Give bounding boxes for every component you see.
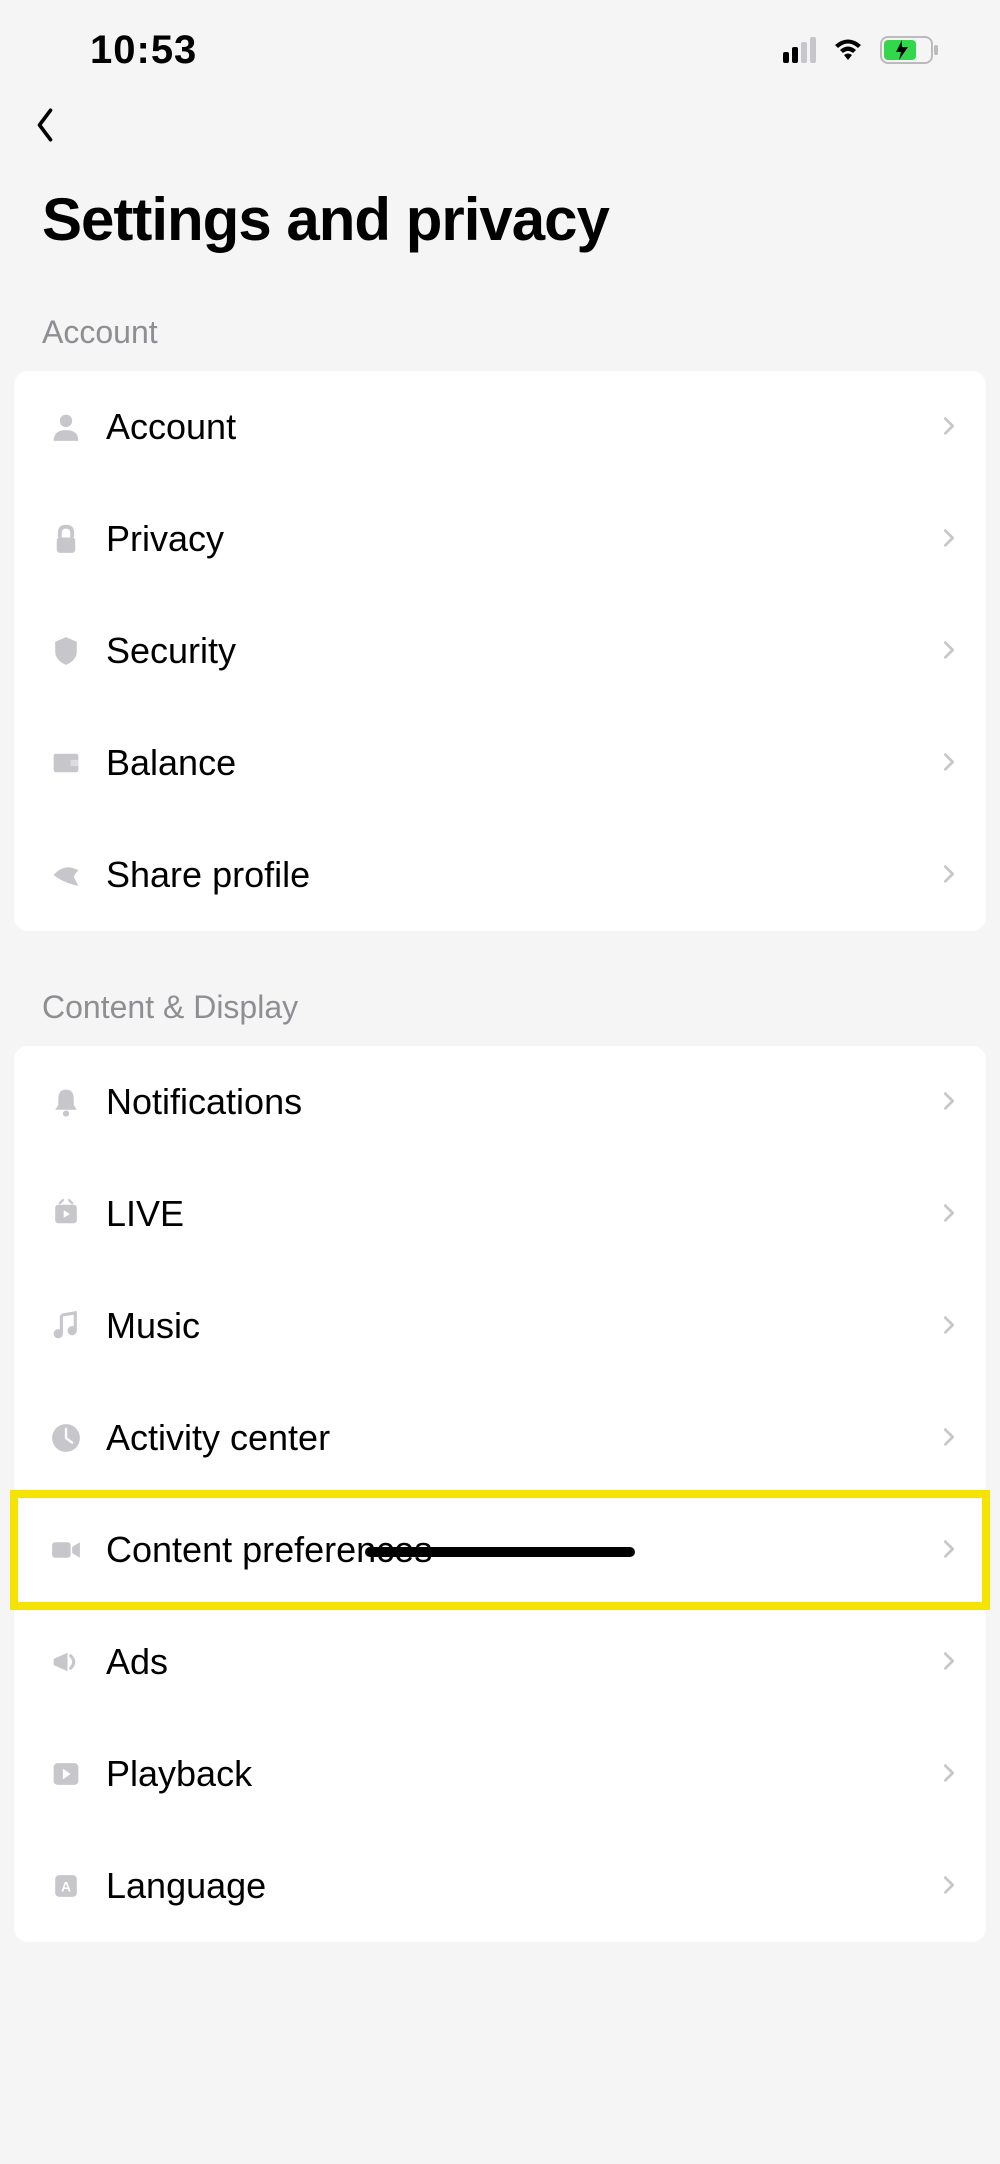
settings-item-share-profile[interactable]: Share profile xyxy=(14,819,986,931)
settings-item-label: Privacy xyxy=(106,518,938,560)
shield-icon xyxy=(44,629,88,673)
playback-icon xyxy=(44,1752,88,1796)
chevron-right-icon xyxy=(938,751,962,775)
chevron-right-icon xyxy=(938,1202,962,1226)
chevron-right-icon xyxy=(938,415,962,439)
cellular-signal-icon xyxy=(783,37,816,63)
chevron-right-icon xyxy=(938,639,962,663)
language-icon: A xyxy=(44,1864,88,1908)
settings-item-label: Share profile xyxy=(106,854,938,896)
settings-item-label: Music xyxy=(106,1305,938,1347)
settings-item-ads[interactable]: Ads xyxy=(14,1606,986,1718)
settings-item-live[interactable]: LIVE xyxy=(14,1158,986,1270)
settings-item-label: Playback xyxy=(106,1753,938,1795)
chevron-right-icon xyxy=(938,1090,962,1114)
video-icon xyxy=(44,1528,88,1572)
megaphone-icon xyxy=(44,1640,88,1684)
settings-item-label: Security xyxy=(106,630,938,672)
share-icon xyxy=(44,853,88,897)
chevron-right-icon xyxy=(938,1650,962,1674)
chevron-right-icon xyxy=(938,527,962,551)
chevron-right-icon xyxy=(938,1426,962,1450)
status-icons xyxy=(783,36,940,64)
settings-item-label: Account xyxy=(106,406,938,448)
battery-charging-icon xyxy=(880,36,940,64)
settings-item-label: Activity center xyxy=(106,1417,938,1459)
settings-item-balance[interactable]: Balance xyxy=(14,707,986,819)
settings-item-security[interactable]: Security xyxy=(14,595,986,707)
music-icon xyxy=(44,1304,88,1348)
svg-text:A: A xyxy=(61,1878,71,1894)
settings-item-label: Balance xyxy=(106,742,938,784)
settings-item-label: LIVE xyxy=(106,1193,938,1235)
status-bar: 10:53 xyxy=(0,0,1000,90)
home-indicator[interactable] xyxy=(365,1547,635,1557)
chevron-right-icon xyxy=(938,1762,962,1786)
back-button[interactable] xyxy=(30,105,60,145)
section-header-account: Account xyxy=(0,304,1000,371)
settings-item-notifications[interactable]: Notifications xyxy=(14,1046,986,1158)
settings-item-privacy[interactable]: Privacy xyxy=(14,483,986,595)
list-group: Account Privacy Security Balance Share profi… xyxy=(14,371,986,931)
settings-item-label: Language xyxy=(106,1865,938,1907)
clock-icon xyxy=(44,1416,88,1460)
section-header-content-display: Content & Display xyxy=(0,979,1000,1046)
list-group: NotificationsLIVEMusicActivity centerCon… xyxy=(14,1046,986,1942)
person-icon xyxy=(44,405,88,449)
settings-item-label: Notifications xyxy=(106,1081,938,1123)
settings-item-language[interactable]: A Language xyxy=(14,1830,986,1942)
lock-icon xyxy=(44,517,88,561)
chevron-right-icon xyxy=(938,1538,962,1562)
settings-item-activity-center[interactable]: Activity center xyxy=(14,1382,986,1494)
settings-item-music[interactable]: Music xyxy=(14,1270,986,1382)
status-time: 10:53 xyxy=(90,28,197,73)
live-icon xyxy=(44,1192,88,1236)
settings-item-account[interactable]: Account xyxy=(14,371,986,483)
wallet-icon xyxy=(44,741,88,785)
bell-icon xyxy=(44,1080,88,1124)
chevron-right-icon xyxy=(938,1874,962,1898)
wifi-icon xyxy=(830,36,866,64)
settings-item-playback[interactable]: Playback xyxy=(14,1718,986,1830)
chevron-right-icon xyxy=(938,1314,962,1338)
settings-item-label: Ads xyxy=(106,1641,938,1683)
chevron-right-icon xyxy=(938,863,962,887)
page-title: Settings and privacy xyxy=(0,160,1000,304)
nav-bar xyxy=(0,90,1000,160)
